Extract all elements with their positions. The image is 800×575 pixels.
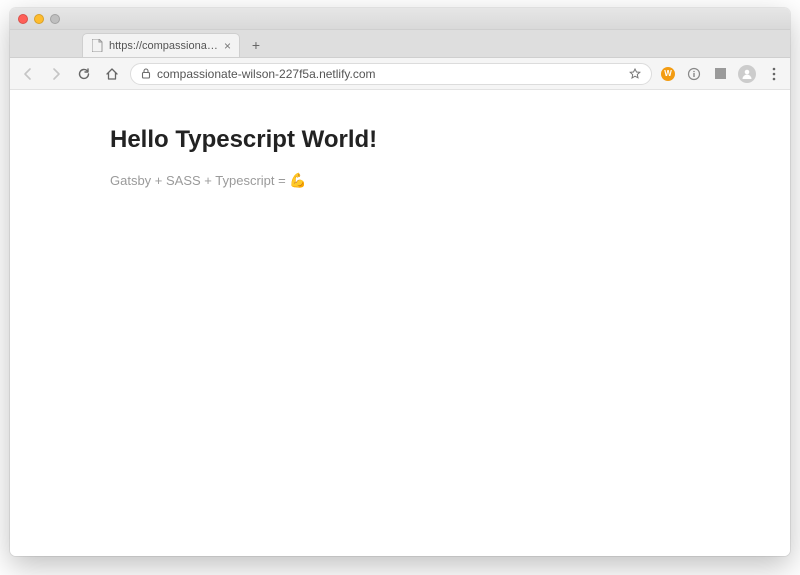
- reload-button[interactable]: [74, 64, 94, 84]
- forward-button[interactable]: [46, 64, 66, 84]
- maximize-window-button[interactable]: [50, 14, 60, 24]
- url-text: compassionate-wilson-227f5a.netlify.com: [157, 67, 623, 81]
- tagline-text: Gatsby + SASS + Typescript =: [110, 173, 289, 188]
- browser-window: https://compassionate-wilson × + compass…: [10, 8, 790, 556]
- lock-icon: [141, 68, 151, 79]
- toolbar-right: W: [660, 65, 782, 83]
- apps-icon[interactable]: [712, 66, 728, 82]
- window-controls: [18, 14, 60, 24]
- info-icon[interactable]: [686, 66, 702, 82]
- page-favicon-icon: [91, 39, 103, 53]
- tab-title: https://compassionate-wilson: [109, 40, 218, 52]
- back-button[interactable]: [18, 64, 38, 84]
- flex-arm-emoji: 💪: [289, 172, 306, 188]
- home-button[interactable]: [102, 64, 122, 84]
- page-tagline: Gatsby + SASS + Typescript = 💪: [110, 172, 790, 189]
- new-tab-button[interactable]: +: [246, 35, 266, 55]
- close-window-button[interactable]: [18, 14, 28, 24]
- minimize-window-button[interactable]: [34, 14, 44, 24]
- page-heading: Hello Typescript World!: [110, 126, 790, 154]
- tab-close-icon[interactable]: ×: [224, 40, 231, 52]
- browser-toolbar: compassionate-wilson-227f5a.netlify.com …: [10, 58, 790, 90]
- browser-tab[interactable]: https://compassionate-wilson ×: [82, 33, 240, 57]
- tab-strip: https://compassionate-wilson × +: [10, 30, 790, 58]
- extension-badge: W: [661, 67, 675, 81]
- page-content: Hello Typescript World! Gatsby + SASS + …: [10, 90, 790, 556]
- address-bar[interactable]: compassionate-wilson-227f5a.netlify.com: [130, 63, 652, 85]
- chrome-menu-button[interactable]: [766, 66, 782, 82]
- profile-avatar[interactable]: [738, 65, 756, 83]
- bookmark-star-icon[interactable]: [629, 68, 641, 80]
- window-titlebar: [10, 8, 790, 30]
- extension-icon[interactable]: W: [660, 66, 676, 82]
